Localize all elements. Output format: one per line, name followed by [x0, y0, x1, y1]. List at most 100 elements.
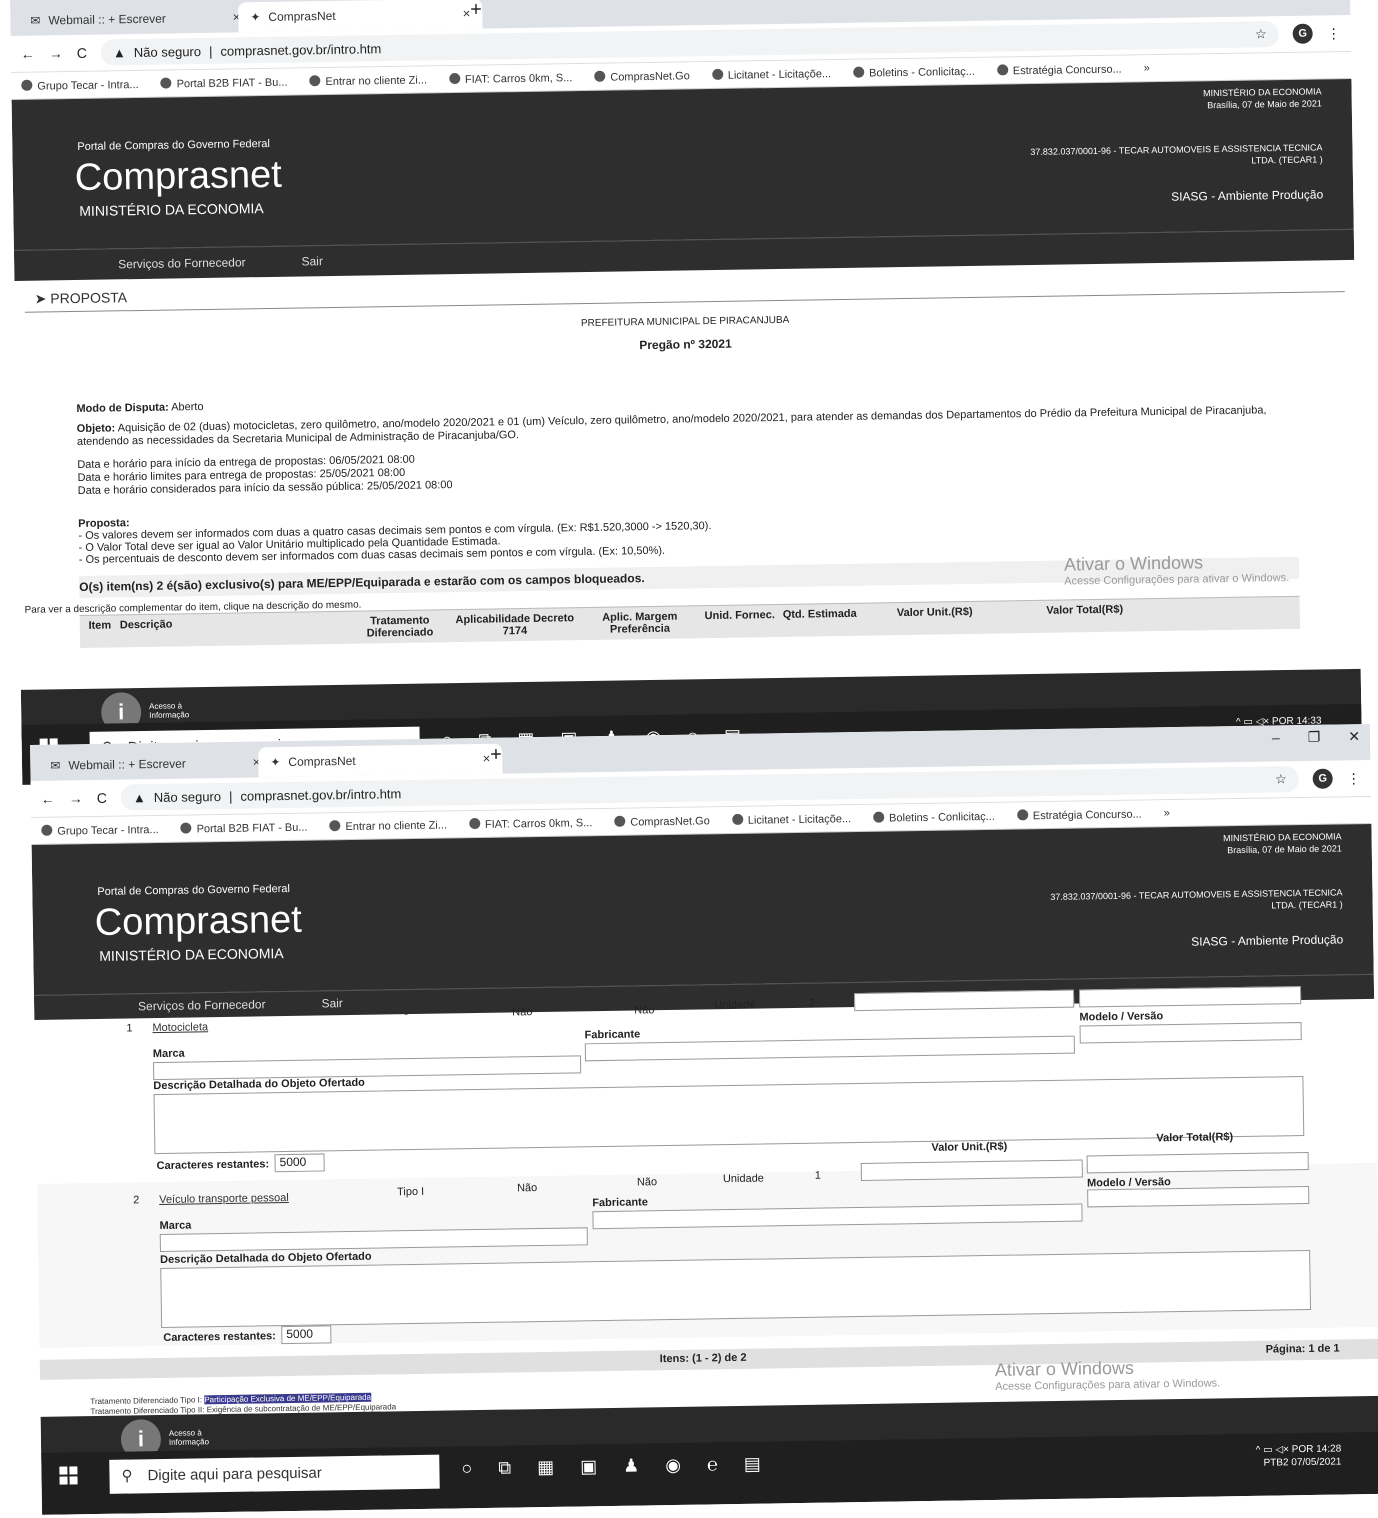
- menu-services[interactable]: Serviços do Fornecedor: [118, 255, 246, 271]
- mail-icon[interactable]: ▦: [537, 1457, 554, 1478]
- bookmark-item[interactable]: Grupo Tecar - Intra...: [41, 822, 159, 837]
- new-tab-button[interactable]: +: [490, 744, 502, 767]
- detailed-description-label: Descrição Detalhada do Objeto Ofertado: [153, 1076, 365, 1093]
- item-decreto: Não: [516, 1182, 538, 1195]
- globe-icon: ✦: [270, 755, 281, 770]
- bookmark-item[interactable]: Licitanet - Licitaçõe...: [731, 812, 851, 827]
- brand-input[interactable]: [152, 1055, 582, 1081]
- calculator-icon[interactable]: ▣: [580, 1456, 597, 1477]
- total-value-input[interactable]: [1078, 986, 1302, 1008]
- cortana-icon[interactable]: ○: [461, 1458, 472, 1479]
- site-header: Portal de Compras do Governo Federal Com…: [11, 78, 1354, 250]
- forward-icon[interactable]: →: [49, 45, 63, 61]
- tab-comprasnet[interactable]: ✦ ComprasNet ×: [258, 743, 503, 778]
- brand-input[interactable]: [159, 1227, 588, 1253]
- bookmark-item[interactable]: ComprasNet.Go: [614, 814, 710, 828]
- bookmarks-more-icon[interactable]: »: [1164, 807, 1170, 819]
- menu-exit[interactable]: Sair: [301, 254, 323, 268]
- item-unid: Unidade: [714, 998, 756, 1012]
- site-logo-text[interactable]: Comprasnet: [74, 154, 282, 200]
- bookmark-item[interactable]: Entrar no cliente Zi...: [329, 818, 447, 833]
- tab-webmail[interactable]: ✉ Webmail :: + Escrever ×: [18, 2, 252, 36]
- tray-icons[interactable]: ^ ▭ ◁×: [1256, 1444, 1292, 1456]
- webmail-icon: ✉: [50, 758, 61, 773]
- globe-icon: ✦: [250, 10, 261, 25]
- menu-exit[interactable]: Sair: [321, 996, 343, 1010]
- back-icon[interactable]: ←: [21, 46, 35, 62]
- warning-icon: ▲: [112, 44, 126, 60]
- model-input[interactable]: [1079, 1022, 1302, 1044]
- bookmark-item[interactable]: FIAT: Carros 0km, S...: [448, 71, 572, 86]
- bookmark-item[interactable]: ComprasNet.Go: [594, 69, 690, 83]
- bookmark-item[interactable]: Boletins - Conlicitaç...: [873, 809, 995, 824]
- menu-services[interactable]: Serviços do Fornecedor: [138, 997, 266, 1013]
- info-label: Acesso à Informação: [168, 1428, 210, 1447]
- bookmarks-more-icon[interactable]: »: [1144, 62, 1150, 74]
- avatar[interactable]: G: [1292, 23, 1313, 44]
- minimize-icon[interactable]: –: [1252, 0, 1260, 1]
- bookmark-item[interactable]: Licitanet - Licitaçõe...: [711, 67, 831, 82]
- unit-value-input[interactable]: [853, 989, 1075, 1012]
- chars-remaining-value: 5000: [274, 1153, 325, 1173]
- dates-block: Data e horário para início da entrega de…: [77, 453, 453, 497]
- taskbar-search[interactable]: ⚲ Digite aqui para pesquisar: [109, 1454, 440, 1494]
- windows-activation-watermark: Ativar o Windows Acesse Configurações par…: [994, 1357, 1221, 1393]
- item-margem: Não: [636, 1176, 658, 1189]
- environment-label: SIASG - Ambiente Produção: [1191, 932, 1344, 949]
- bookmark-item[interactable]: Portal B2B FIAT - Bu...: [180, 820, 308, 835]
- manufacturer-label: Fabricante: [592, 1196, 648, 1210]
- reload-icon[interactable]: C: [97, 790, 107, 806]
- task-view-icon[interactable]: ⧉: [498, 1458, 511, 1479]
- bookmark-item[interactable]: Boletins - Conlicitaç...: [853, 64, 975, 79]
- tab-comprasnet[interactable]: ✦ ComprasNet ×: [238, 0, 483, 33]
- minimize-icon[interactable]: –: [1272, 729, 1280, 746]
- item-number: 2: [133, 1194, 140, 1207]
- bookmark-item[interactable]: Entrar no cliente Zi...: [309, 73, 427, 88]
- menu-icon[interactable]: ⋮: [1327, 25, 1341, 42]
- page-indicator: Página: 1 de 1: [1265, 1342, 1340, 1356]
- excel-icon[interactable]: ▤: [744, 1454, 761, 1475]
- bookmark-item[interactable]: Estratégia Concurso...: [1016, 807, 1142, 822]
- bookmark-item[interactable]: FIAT: Carros 0km, S...: [468, 816, 592, 831]
- edge-icon[interactable]: ℮: [707, 1454, 718, 1475]
- reload-icon[interactable]: C: [77, 45, 87, 61]
- site-header: Portal de Compras do Governo Federal Com…: [31, 823, 1374, 995]
- item-description-link[interactable]: Motocicleta: [152, 1021, 208, 1034]
- back-icon[interactable]: ←: [41, 791, 55, 807]
- star-icon[interactable]: ☆: [1255, 26, 1267, 42]
- forward-icon[interactable]: →: [69, 790, 83, 806]
- item-tratamento: -: [404, 1008, 409, 1021]
- menu-icon[interactable]: ⋮: [1347, 770, 1361, 787]
- tab-webmail-label: Webmail :: + Escrever: [48, 11, 166, 28]
- total-value-input[interactable]: [1086, 1151, 1309, 1174]
- restore-icon[interactable]: ❐: [1288, 0, 1301, 1]
- tab-webmail[interactable]: ✉ Webmail :: + Escrever ×: [38, 747, 272, 781]
- windows-activation-watermark: Ativar o Windows Acesse Configurações par…: [1063, 552, 1290, 588]
- item-unid: Unidade: [722, 1172, 764, 1186]
- taskbar-apps: ○ ⧉ ▦ ▣ ♟ ◉ ℮ ▤: [461, 1454, 761, 1480]
- proposal-content: ➤ PROPOSTA PREFEITURA MUNICIPAL DE PIRAC…: [14, 260, 1360, 649]
- item-number: 1: [126, 1022, 133, 1035]
- separator: |: [208, 43, 213, 59]
- close-icon[interactable]: ✕: [1348, 728, 1360, 745]
- manufacturer-input[interactable]: [584, 1035, 1075, 1062]
- bookmark-item[interactable]: Portal B2B FIAT - Bu...: [160, 75, 288, 90]
- portal-subtitle: Portal de Compras do Governo Federal: [97, 882, 290, 898]
- chrome-icon[interactable]: ◉: [665, 1455, 681, 1476]
- restore-icon[interactable]: ❐: [1308, 729, 1321, 746]
- tab-webmail-label: Webmail :: + Escrever: [68, 756, 186, 773]
- app-icon[interactable]: ♟: [623, 1456, 639, 1477]
- site-logo-text[interactable]: Comprasnet: [94, 899, 302, 945]
- company-info: 37.832.037/0001-96 - TECAR AUTOMOVEIS E …: [1050, 887, 1343, 911]
- windows-start-icon[interactable]: [59, 1466, 78, 1485]
- bookmark-item[interactable]: Grupo Tecar - Intra...: [21, 77, 139, 92]
- avatar[interactable]: G: [1312, 768, 1333, 789]
- manufacturer-input[interactable]: [592, 1203, 1083, 1230]
- item-description-link[interactable]: Veículo transporte pessoal: [159, 1192, 289, 1206]
- header-date-block: MINISTÉRIO DA ECONOMIA Brasília, 07 de Ma…: [1223, 831, 1342, 856]
- bookmark-item[interactable]: Estratégia Concurso...: [996, 62, 1122, 77]
- new-tab-button[interactable]: +: [470, 0, 482, 22]
- unit-value-input[interactable]: [860, 1159, 1083, 1182]
- model-input[interactable]: [1087, 1185, 1310, 1208]
- star-icon[interactable]: ☆: [1275, 771, 1287, 787]
